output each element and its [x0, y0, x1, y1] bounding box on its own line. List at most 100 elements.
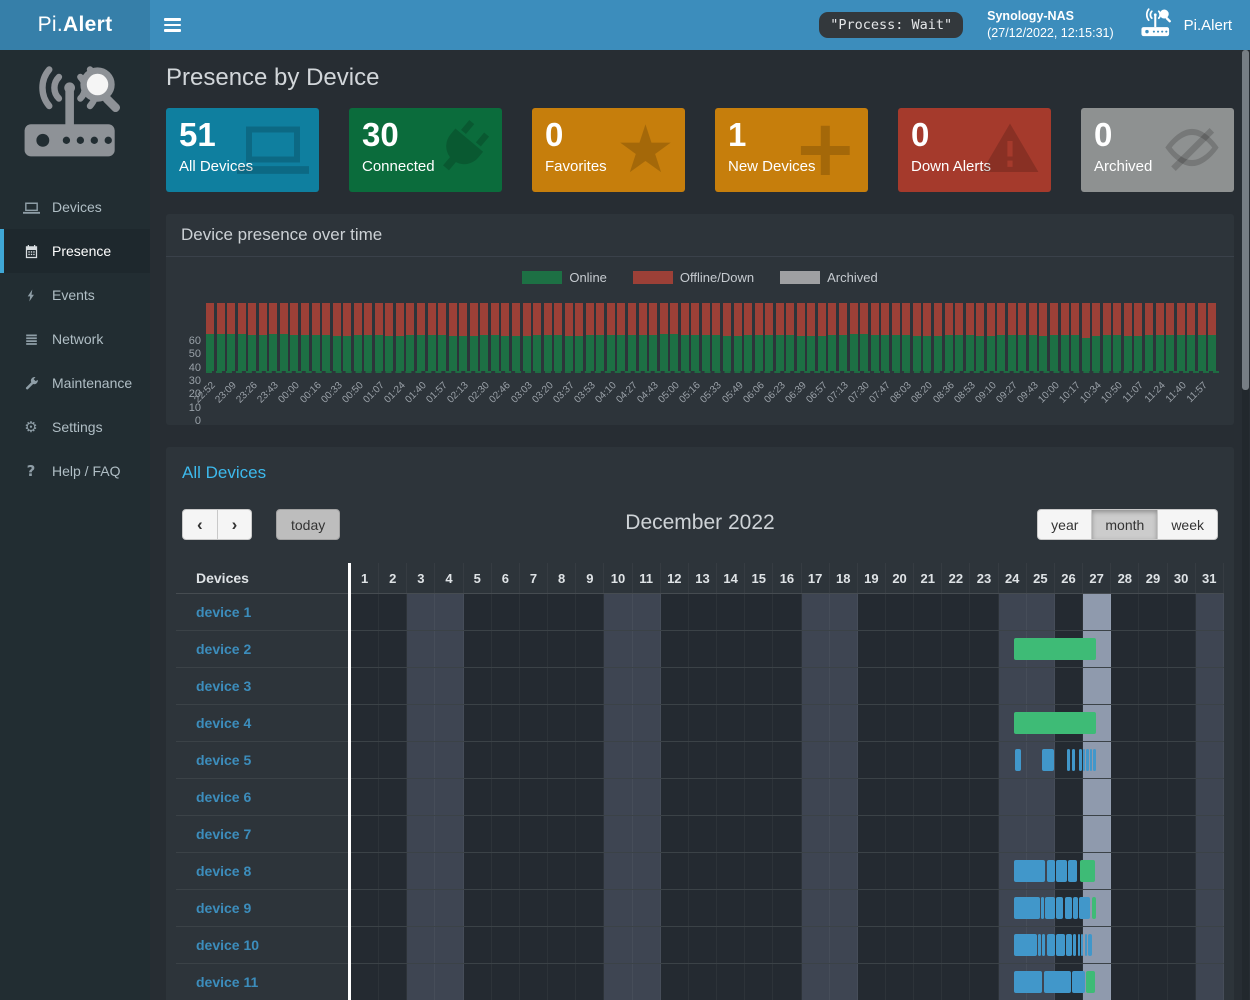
calendar-view-week-button[interactable]: week [1158, 509, 1218, 540]
presence-session-bar-blue[interactable] [1068, 860, 1076, 882]
summary-box-archived[interactable]: 0Archived [1081, 108, 1234, 192]
sidebar-item-presence[interactable]: Presence [0, 229, 150, 273]
calendar-day-cell [633, 668, 661, 704]
presence-session-bar-blue[interactable] [1073, 897, 1077, 919]
device-link[interactable]: device 8 [196, 863, 251, 879]
presence-session-bar-blue[interactable] [1014, 934, 1037, 956]
calendar-day-cell [1139, 853, 1167, 889]
presence-session-bar-blue[interactable] [1044, 971, 1071, 993]
presence-session-bar-blue[interactable] [1081, 934, 1083, 956]
presence-session-bar-blue[interactable] [1065, 897, 1072, 919]
presence-session-bar-blue[interactable] [1047, 934, 1055, 956]
calendar-day-cell [520, 779, 548, 815]
presence-session-bar-blue[interactable] [1093, 749, 1096, 771]
calendar-day-cell [970, 594, 998, 630]
presence-session-bar-blue[interactable] [1038, 934, 1041, 956]
device-link[interactable]: device 6 [196, 789, 251, 805]
presence-session-bar-blue[interactable] [1056, 860, 1066, 882]
day-header-24: 24 [999, 563, 1027, 593]
sidebar-item-label: Maintenance [52, 375, 132, 391]
calendar-view-month-button[interactable]: month [1092, 509, 1158, 540]
summary-box-down-alerts[interactable]: 0Down Alerts [898, 108, 1051, 192]
presence-session-bar-blue[interactable] [1072, 749, 1075, 771]
summary-box-connected[interactable]: 30Connected [349, 108, 502, 192]
calendar-day-cell [661, 742, 689, 778]
calendar-day-cell [464, 668, 492, 704]
calendar-day-cell [858, 964, 886, 1000]
calendar-day-cell [492, 631, 520, 667]
presence-session-bar-blue[interactable] [1079, 897, 1090, 919]
sidebar-toggle-button[interactable] [150, 0, 195, 50]
x-tick-label: 01:24 [382, 380, 407, 405]
presence-session-bar-blue[interactable] [1066, 934, 1072, 956]
page-scrollbar[interactable] [1242, 50, 1249, 1000]
legend-swatch [633, 271, 673, 284]
calendar-day-cell [379, 631, 407, 667]
calendar-day-cell [1083, 594, 1111, 630]
presence-session-bar-blue[interactable] [1078, 934, 1080, 956]
brand-logo[interactable]: Pi.Alert [0, 0, 150, 50]
summary-box-favorites[interactable]: 0Favorites★ [532, 108, 685, 192]
presence-session-bar-green[interactable] [1014, 712, 1096, 734]
presence-session-bar-blue[interactable] [1042, 749, 1053, 771]
calendar-day-cell [830, 631, 858, 667]
main-content: Presence by Device 51All Devices30Connec… [150, 50, 1250, 1000]
presence-session-bar-blue[interactable] [1086, 749, 1088, 771]
calendar-day-cell [886, 890, 914, 926]
device-link[interactable]: device 9 [196, 900, 251, 916]
presence-session-bar-blue[interactable] [1085, 934, 1087, 956]
presence-session-bar-blue[interactable] [1067, 749, 1070, 771]
presence-session-bar-blue[interactable] [1083, 749, 1085, 771]
sidebar-item-settings[interactable]: ⚙Settings [0, 405, 150, 449]
sidebar-item-help-faq[interactable]: ?Help / FAQ [0, 449, 150, 493]
device-link[interactable]: device 3 [196, 678, 251, 694]
presence-session-bar-blue[interactable] [1015, 749, 1021, 771]
sidebar-item-maintenance[interactable]: Maintenance [0, 361, 150, 405]
sidebar-item-devices[interactable]: Devices [0, 185, 150, 229]
device-link[interactable]: device 4 [196, 715, 251, 731]
presence-session-bar-blue[interactable] [1072, 971, 1085, 993]
x-tick-label: 00:16 [298, 380, 323, 405]
presence-bar [1071, 303, 1079, 371]
device-link[interactable]: device 7 [196, 826, 251, 842]
summary-box-all-devices[interactable]: 51All Devices [166, 108, 319, 192]
presence-bar [533, 303, 541, 371]
calendar-day-cell [604, 816, 632, 852]
presence-session-bar-blue[interactable] [1045, 897, 1055, 919]
presence-session-bar-blue[interactable] [1014, 971, 1042, 993]
presence-session-bar-blue[interactable] [1014, 860, 1045, 882]
presence-session-bar-green[interactable] [1092, 897, 1096, 919]
sidebar-item-network[interactable]: Network [0, 317, 150, 361]
calendar-view-year-button[interactable]: year [1037, 509, 1092, 540]
calendar-day-cell [802, 668, 830, 704]
presence-session-bar-green[interactable] [1080, 860, 1095, 882]
calendar-day-cell [520, 705, 548, 741]
presence-session-bar-green[interactable] [1014, 638, 1096, 660]
presence-session-bar-blue[interactable] [1056, 897, 1063, 919]
presence-session-bar-blue[interactable] [1042, 934, 1045, 956]
device-link[interactable]: device 1 [196, 604, 251, 620]
calendar-day-cell [407, 668, 435, 704]
presence-session-bar-green[interactable] [1086, 971, 1095, 993]
device-link[interactable]: device 11 [196, 974, 258, 990]
calendar-day-cell [435, 853, 463, 889]
summary-box-new-devices[interactable]: 1New Devices+ [715, 108, 868, 192]
scrollbar-thumb[interactable] [1242, 50, 1249, 390]
calendar-day-cell [604, 890, 632, 926]
calendar-day-cell [576, 816, 604, 852]
presence-session-bar-blue[interactable] [1073, 934, 1076, 956]
x-tick-label: 05:33 [699, 380, 724, 405]
presence-session-bar-blue[interactable] [1088, 934, 1092, 956]
device-link[interactable]: device 2 [196, 641, 251, 657]
navbar-brand-right[interactable]: Pi.Alert [1138, 7, 1232, 43]
presence-session-bar-blue[interactable] [1047, 860, 1055, 882]
presence-session-bar-blue[interactable] [1056, 934, 1064, 956]
presence-session-bar-blue[interactable] [1079, 749, 1082, 771]
presence-session-bar-blue[interactable] [1090, 749, 1092, 771]
calendar-icon [22, 244, 40, 259]
sidebar-item-events[interactable]: Events [0, 273, 150, 317]
device-link[interactable]: device 10 [196, 937, 259, 953]
device-link[interactable]: device 5 [196, 752, 251, 768]
presence-session-bar-blue[interactable] [1041, 897, 1044, 919]
presence-session-bar-blue[interactable] [1014, 897, 1039, 919]
